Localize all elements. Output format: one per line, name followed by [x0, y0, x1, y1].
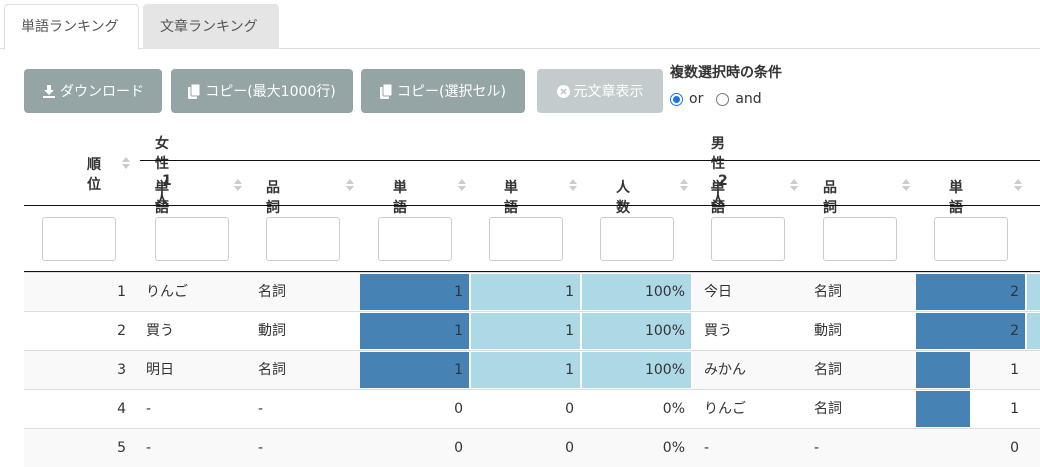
col-pos-2[interactable]: 品詞 — [823, 177, 837, 217]
sort-icon[interactable] — [680, 179, 688, 191]
radio-and[interactable] — [716, 92, 730, 106]
pos-cell: 動詞 — [258, 323, 286, 339]
pos-cell-2: 名詞 — [814, 362, 842, 378]
col-word-2[interactable]: 単語 — [711, 177, 725, 217]
multi-select-condition: 複数選択時の条件 or and — [670, 62, 782, 107]
freq-cell: 0 — [454, 440, 463, 456]
tab-word-ranking[interactable]: 単語ランキング — [4, 4, 139, 50]
copy-max-button[interactable]: コピー(最大1000行) — [171, 69, 353, 113]
freq-cell: 1 — [454, 284, 463, 300]
word-cell: - — [146, 401, 152, 417]
table-row[interactable]: 5 - - 0 0 0% - - 0 — [24, 428, 1040, 467]
table-row[interactable]: 1 りんご 名詞 1 1 100% 今日 名詞 2 — [24, 272, 1040, 311]
pos-cell-2: 名詞 — [814, 284, 842, 300]
ratio-cell: 100% — [644, 362, 685, 378]
word-cell-2: 買う — [704, 323, 732, 339]
ratio-cell: 0% — [662, 401, 685, 417]
people-cell: 1 — [565, 362, 574, 378]
close-circle-icon — [556, 84, 570, 98]
filter-word-input[interactable] — [155, 217, 229, 261]
sort-icon[interactable] — [458, 179, 466, 191]
rank-cell: 2 — [117, 323, 126, 339]
freq-cell-2: 1 — [1010, 401, 1019, 417]
filter-freq-input[interactable] — [378, 217, 452, 261]
copy-selected-label: コピー(選択セル) — [397, 84, 506, 100]
download-icon — [42, 84, 56, 98]
pos-cell: 名詞 — [258, 362, 286, 378]
radio-or-label: or — [689, 91, 704, 107]
filter-pos-2-input[interactable] — [823, 217, 897, 261]
ratio-cell: 100% — [644, 323, 685, 339]
filter-pos-input[interactable] — [266, 217, 340, 261]
table-row[interactable]: 2 買う 動詞 1 1 100% 買う 動詞 2 — [24, 311, 1040, 350]
people-cell: 1 — [565, 284, 574, 300]
radio-and-label: and — [735, 91, 762, 107]
sort-icon[interactable] — [122, 157, 130, 169]
filter-ratio-input[interactable] — [600, 217, 674, 261]
pos-cell: 名詞 — [258, 284, 286, 300]
freq-cell-2: 2 — [1010, 284, 1019, 300]
copy-icon — [188, 83, 201, 99]
people-bar-2 — [1027, 313, 1040, 349]
col-word[interactable]: 単語 — [155, 177, 169, 217]
table-row[interactable]: 3 明日 名詞 1 1 100% みかん 名詞 1 — [24, 350, 1040, 389]
sort-icon[interactable] — [234, 179, 242, 191]
sort-icon[interactable] — [569, 179, 577, 191]
show-original-button[interactable]: 元文章表示 — [537, 69, 663, 113]
word-cell: - — [146, 440, 152, 456]
freq-cell: 0 — [454, 401, 463, 417]
rank-cell: 5 — [117, 440, 126, 456]
filter-people-input[interactable] — [489, 217, 563, 261]
pos-cell-2: 名詞 — [814, 401, 842, 417]
download-button[interactable]: ダウンロード — [24, 69, 162, 113]
sort-icon[interactable] — [790, 179, 798, 191]
people-cell: 0 — [565, 401, 574, 417]
word-cell-2: - — [704, 440, 710, 456]
freq-cell: 1 — [454, 323, 463, 339]
download-label: ダウンロード — [60, 84, 144, 100]
radio-or[interactable] — [670, 92, 683, 106]
sort-icon[interactable] — [902, 179, 910, 191]
header-divider — [24, 205, 1040, 206]
people-bar-2 — [1027, 274, 1040, 310]
pos-cell-2: - — [814, 440, 820, 456]
copy-selected-button[interactable]: コピー(選択セル) — [361, 69, 525, 113]
freq-cell-2: 2 — [1010, 323, 1019, 339]
filter-rank-input[interactable] — [42, 217, 116, 261]
rank-header[interactable]: 順位 — [87, 154, 101, 194]
copy-icon — [380, 83, 393, 99]
word-cell: 明日 — [146, 362, 174, 378]
sort-icon[interactable] — [346, 179, 354, 191]
tab-bar: 単語ランキング 文章ランキング — [0, 0, 1040, 50]
filter-freq-2-input[interactable] — [934, 217, 1008, 261]
rank-cell: 4 — [117, 401, 126, 417]
rank-cell: 3 — [117, 362, 126, 378]
tab-sentence-ranking[interactable]: 文章ランキング — [143, 4, 279, 49]
freq-cell: 1 — [454, 362, 463, 378]
sort-icon[interactable] — [1014, 179, 1022, 191]
table-row[interactable]: 4 - - 0 0 0% りんご 名詞 1 — [24, 389, 1040, 428]
ratio-cell: 0% — [662, 440, 685, 456]
pos-cell: - — [258, 440, 264, 456]
word-cell-2: 今日 — [704, 284, 732, 300]
freq-cell-2: 0 — [1010, 440, 1019, 456]
filter-word-2-input[interactable] — [711, 217, 785, 261]
rank-cell: 1 — [117, 284, 126, 300]
show-original-label: 元文章表示 — [573, 84, 644, 100]
word-cell: りんご — [146, 284, 188, 300]
people-cell: 1 — [565, 323, 574, 339]
people-cell: 0 — [565, 440, 574, 456]
pos-cell: - — [258, 401, 264, 417]
word-cell-2: みかん — [704, 362, 746, 378]
pos-cell-2: 動詞 — [814, 323, 842, 339]
freq-cell-2: 1 — [1010, 362, 1019, 378]
group-divider — [140, 160, 1040, 161]
ratio-cell: 100% — [644, 284, 685, 300]
word-cell-2: りんご — [704, 401, 746, 417]
word-cell: 買う — [146, 323, 174, 339]
condition-title: 複数選択時の条件 — [670, 65, 782, 81]
col-pos[interactable]: 品詞 — [266, 177, 280, 217]
copy-max-label: コピー(最大1000行) — [205, 84, 336, 100]
